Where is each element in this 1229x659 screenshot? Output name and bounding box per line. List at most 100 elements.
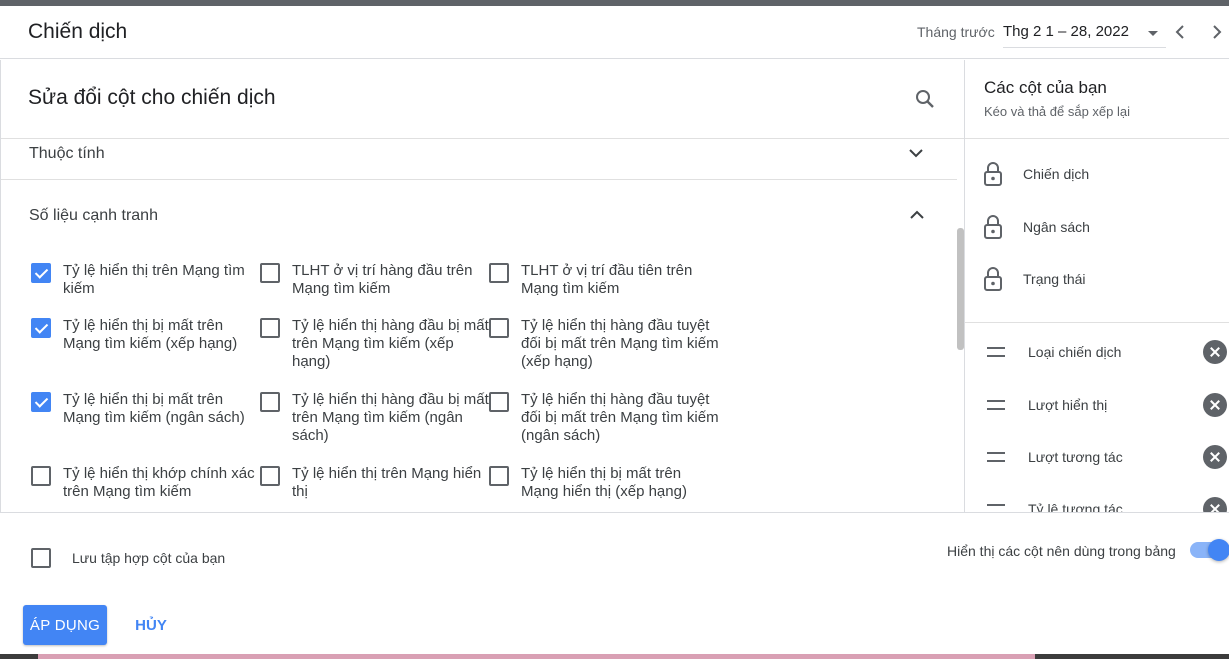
remove-column-icon[interactable] — [1203, 393, 1227, 417]
metric-checkbox-item[interactable]: Tỷ lệ hiển thị bị mất trên Mạng tìm kiếm… — [31, 391, 263, 427]
selected-column-label: Lượt tương tác — [1028, 449, 1123, 465]
divider — [1, 179, 957, 180]
divider — [965, 322, 1229, 323]
previous-period-button[interactable] — [1170, 22, 1190, 42]
page-title: Chiến dịch — [28, 20, 128, 43]
taskbar — [0, 654, 1229, 659]
metric-checkbox-item[interactable]: Tỷ lệ hiển thị hàng đầu bị mất trên Mạng… — [260, 317, 492, 371]
checkbox-unchecked[interactable] — [489, 318, 509, 338]
search-button[interactable] — [913, 87, 937, 111]
checkbox-unchecked[interactable] — [260, 466, 280, 486]
taskbar-strip — [38, 654, 1035, 659]
selected-column-label: Loại chiến dịch — [1028, 344, 1122, 360]
locked-column-label: Chiến dịch — [1023, 166, 1090, 182]
next-period-button[interactable] — [1207, 22, 1227, 42]
date-range-value: Thg 2 1 – 28, 2022 — [1003, 23, 1129, 40]
drag-handle-icon[interactable] — [987, 400, 1005, 410]
lock-icon — [984, 215, 1002, 239]
checkbox-unchecked[interactable] — [260, 392, 280, 412]
cancel-button[interactable]: HỦY — [128, 605, 174, 645]
checkbox-checked[interactable] — [31, 318, 51, 338]
chevron-left-icon — [1175, 25, 1184, 39]
metric-checkbox-item[interactable]: Tỷ lệ hiển thị bị mất trên Mạng hiển thị… — [489, 465, 721, 501]
toggle-knob — [1208, 539, 1229, 561]
date-range-select[interactable]: Thg 2 1 – 28, 2022 — [1003, 18, 1166, 48]
collapse-competitive-button[interactable] — [908, 206, 926, 224]
lock-icon — [984, 162, 1002, 186]
divider — [965, 138, 1229, 139]
locked-column-item: Chiến dịch — [983, 161, 1089, 187]
drag-handle-icon[interactable] — [987, 504, 1005, 512]
column-editor-panel: Sửa đổi cột cho chiến dịch Thuộc tính Số… — [0, 60, 964, 512]
metric-checkbox-item[interactable]: TLHT ở vị trí đầu tiên trên Mạng tìm kiế… — [489, 262, 721, 298]
metric-label: Tỷ lệ hiển thị hàng đầu tuyệt đối bị mất… — [521, 391, 719, 444]
drag-handle-icon[interactable] — [987, 452, 1005, 462]
checkbox-unchecked[interactable] — [489, 466, 509, 486]
metric-checkbox-item[interactable]: Tỷ lệ hiển thị hàng đầu tuyệt đối bị mất… — [489, 317, 721, 371]
locked-column-label: Trạng thái — [1023, 271, 1086, 287]
chevron-right-icon — [1213, 25, 1222, 39]
metric-label: Tỷ lệ hiển thị trên Mạng tìm kiếm — [63, 262, 245, 297]
chevron-down-icon — [909, 149, 923, 158]
caret-down-icon — [1148, 31, 1158, 36]
remove-column-icon[interactable] — [1203, 497, 1227, 512]
checkbox-unchecked[interactable] — [260, 263, 280, 283]
checkbox-unchecked[interactable] — [31, 466, 51, 486]
metric-checkbox-item[interactable]: Tỷ lệ hiển thị hàng đầu bị mất trên Mạng… — [260, 391, 492, 445]
search-icon — [916, 90, 934, 108]
locked-column-label: Ngân sách — [1023, 219, 1090, 235]
apply-button[interactable]: ÁP DỤNG — [23, 605, 107, 645]
selected-column-item[interactable]: Lượt tương tác — [987, 445, 1227, 469]
lock-icon — [984, 267, 1002, 291]
metric-label: Tỷ lệ hiển thị khớp chính xác trên Mạng … — [63, 465, 255, 500]
chevron-up-icon — [910, 210, 924, 219]
save-column-set-label: Lưu tập hợp cột của bạn — [72, 549, 226, 566]
scrollbar-thumb[interactable] — [957, 228, 964, 350]
remove-column-icon[interactable] — [1203, 445, 1227, 469]
recommended-columns-label: Hiển thị các cột nên dùng trong bảng — [947, 543, 1176, 559]
metric-checkbox-item[interactable]: Tỷ lệ hiển thị hàng đầu tuyệt đối bị mất… — [489, 391, 721, 445]
metric-label: Tỷ lệ hiển thị hàng đầu bị mất trên Mạng… — [292, 391, 489, 444]
section-attributes[interactable]: Thuộc tính — [29, 145, 105, 163]
checkbox-checked[interactable] — [31, 392, 51, 412]
divider — [1, 138, 964, 139]
remove-column-icon[interactable] — [1203, 340, 1227, 364]
metric-checkbox-item[interactable]: TLHT ở vị trí hàng đầu trên Mạng tìm kiế… — [260, 262, 492, 298]
footer-bar: Lưu tập hợp cột của bạn Hiển thị các cột… — [0, 512, 1229, 655]
metric-label: Tỷ lệ hiển thị hàng đầu tuyệt đối bị mất… — [521, 317, 719, 370]
checkbox[interactable] — [31, 548, 51, 568]
selected-column-item[interactable]: Lượt hiển thị — [987, 393, 1227, 417]
drag-handle-icon[interactable] — [987, 347, 1005, 357]
selected-column-label: Tỷ lệ tương tác — [1028, 501, 1123, 512]
panel-title: Sửa đổi cột cho chiến dịch — [28, 86, 276, 109]
metric-label: Tỷ lệ hiển thị trên Mạng hiển thị — [292, 465, 482, 500]
selected-column-item[interactable]: Loại chiến dịch — [987, 340, 1227, 364]
metric-label: Tỷ lệ hiển thị hàng đầu bị mất trên Mạng… — [292, 317, 489, 370]
checkbox-checked[interactable] — [31, 263, 51, 283]
metric-label: Tỷ lệ hiển thị bị mất trên Mạng hiển thị… — [521, 465, 687, 500]
expand-attributes-button[interactable] — [907, 144, 925, 162]
metric-label: Tỷ lệ hiển thị bị mất trên Mạng tìm kiếm… — [63, 391, 245, 426]
locked-column-item: Trạng thái — [983, 266, 1086, 292]
checkbox-unchecked[interactable] — [489, 263, 509, 283]
metric-label: TLHT ở vị trí đầu tiên trên Mạng tìm kiế… — [521, 262, 693, 297]
section-competitive[interactable]: Số liệu cạnh tranh — [29, 207, 158, 225]
your-columns-title: Các cột của bạn — [984, 78, 1107, 97]
checkbox-unchecked[interactable] — [260, 318, 280, 338]
period-label: Tháng trước — [917, 24, 995, 40]
page-header: Chiến dịch Tháng trước Thg 2 1 – 28, 202… — [0, 6, 1229, 59]
metric-checkbox-item[interactable]: Tỷ lệ hiển thị trên Mạng hiển thị — [260, 465, 492, 501]
save-column-set-checkbox[interactable]: Lưu tập hợp cột của bạn — [31, 547, 225, 568]
your-columns-panel: Các cột của bạn Kéo và thả để sắp xếp lạ… — [964, 60, 1229, 512]
locked-column-item: Ngân sách — [983, 214, 1090, 240]
selected-column-item[interactable]: Tỷ lệ tương tác — [987, 497, 1227, 512]
your-columns-subtitle: Kéo và thả để sắp xếp lại — [984, 104, 1130, 119]
metric-checkbox-item[interactable]: Tỷ lệ hiển thị bị mất trên Mạng tìm kiếm… — [31, 317, 263, 353]
metric-label: Tỷ lệ hiển thị bị mất trên Mạng tìm kiếm… — [63, 317, 238, 352]
metric-checkbox-item[interactable]: Tỷ lệ hiển thị trên Mạng tìm kiếm — [31, 262, 263, 298]
metric-label: TLHT ở vị trí hàng đầu trên Mạng tìm kiế… — [292, 262, 473, 297]
checkbox-unchecked[interactable] — [489, 392, 509, 412]
metric-checkbox-item[interactable]: Tỷ lệ hiển thị khớp chính xác trên Mạng … — [31, 465, 263, 501]
recommended-columns-toggle[interactable] — [1190, 539, 1229, 561]
selected-column-label: Lượt hiển thị — [1028, 397, 1108, 413]
